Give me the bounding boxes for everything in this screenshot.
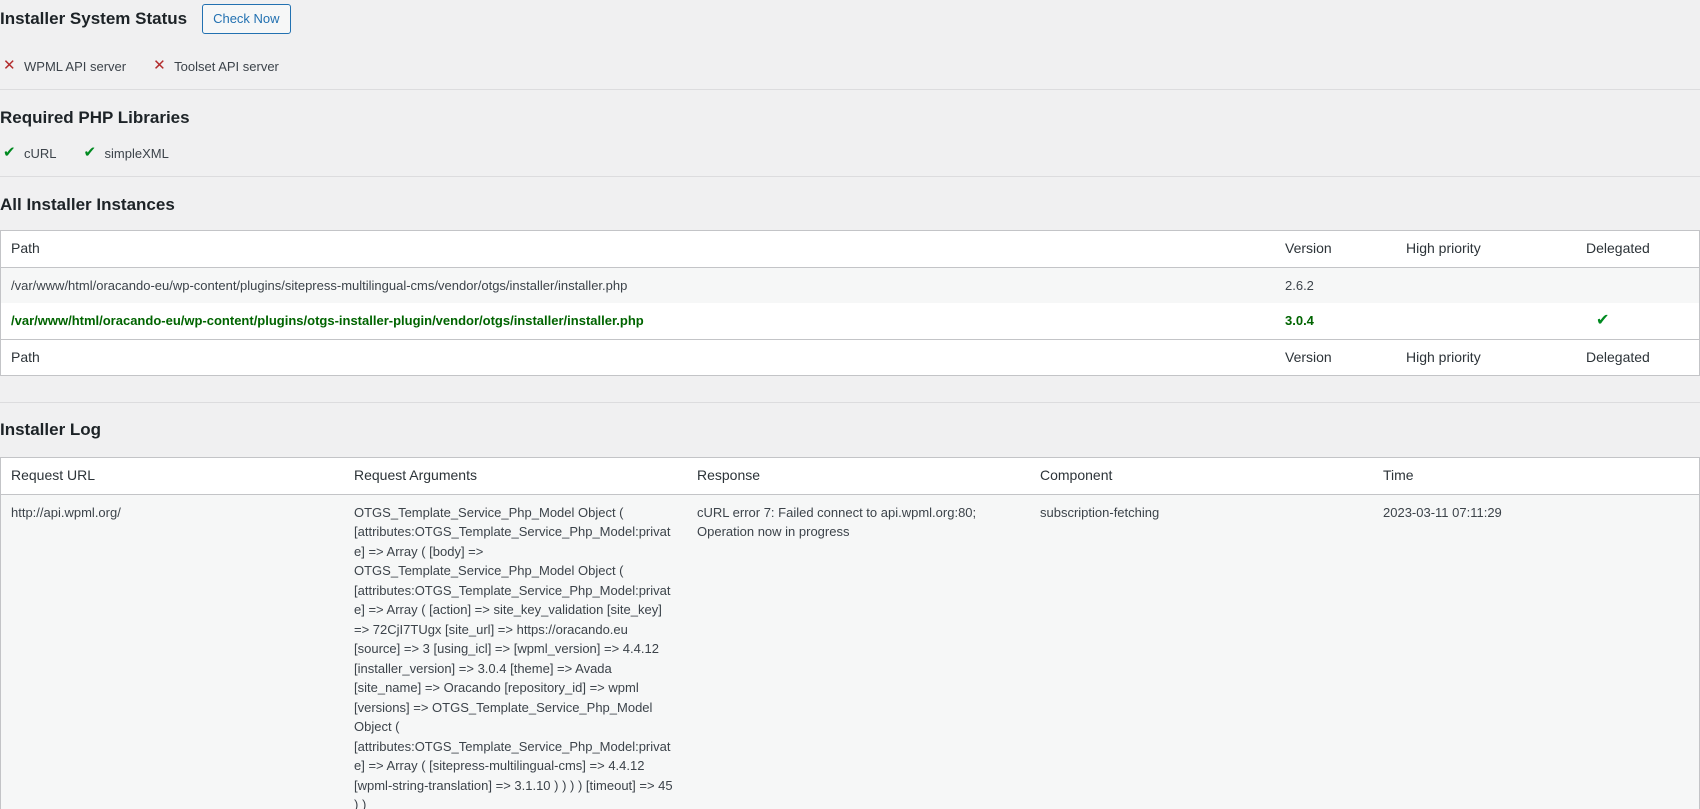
- log-title: Installer Log: [0, 420, 102, 439]
- lib-label: simpleXML: [104, 145, 169, 161]
- lib-check-curl: ✔ cURL: [0, 144, 57, 162]
- installer-instances-section: All Installer Instances Path Version Hig…: [0, 177, 1700, 403]
- instance-path: /var/www/html/oracando-eu/wp-content/plu…: [0, 267, 1275, 303]
- lib-check-simplexml: ✔ simpleXML: [81, 144, 169, 162]
- close-icon: ✕: [3, 57, 16, 74]
- checkmark-icon: ✔: [1596, 312, 1610, 329]
- column-header-request-url: Request URL: [0, 457, 344, 495]
- column-header-time: Time: [1373, 457, 1700, 495]
- check-now-button[interactable]: Check Now: [202, 4, 291, 34]
- lib-checks: ✔ cURL ✔ simpleXML: [0, 144, 193, 162]
- column-header-delegated: Delegated: [1576, 230, 1700, 268]
- log-response: cURL error 7: Failed connect to api.wpml…: [687, 494, 1030, 809]
- server-checks: ✕ WPML API server ✕ Toolset API server: [0, 57, 303, 75]
- column-header-response: Response: [687, 457, 1030, 495]
- column-header-high-priority: High priority: [1396, 230, 1576, 268]
- php-libraries-section: Required PHP Libraries ✔ cURL ✔ simpleXM…: [0, 90, 1700, 177]
- instance-delegated: [1576, 267, 1700, 303]
- system-status-section: Installer System Status Check Now ✕ WPML…: [0, 0, 1700, 90]
- table-row: /var/www/html/oracando-eu/wp-content/plu…: [0, 303, 1700, 339]
- column-footer-path: Path: [0, 338, 1275, 376]
- status-header: Installer System Status Check Now: [0, 4, 291, 34]
- column-footer-high-priority: High priority: [1396, 338, 1576, 376]
- log-time: 2023-03-11 07:11:29: [1373, 494, 1700, 809]
- close-icon: ✕: [153, 57, 166, 74]
- instance-version: 2.6.2: [1275, 267, 1396, 303]
- checkmark-icon: ✔: [3, 144, 16, 161]
- server-label: Toolset API server: [174, 58, 279, 74]
- column-header-version: Version: [1275, 230, 1396, 268]
- instance-path: /var/www/html/oracando-eu/wp-content/plu…: [0, 303, 1275, 339]
- server-label: WPML API server: [24, 58, 127, 74]
- table-row: http://api.wpml.org/ OTGS_Template_Servi…: [0, 494, 1700, 809]
- instance-version: 3.0.4: [1275, 303, 1396, 339]
- lib-label: cURL: [24, 145, 57, 161]
- log-request-arguments: OTGS_Template_Service_Php_Model Object (…: [344, 494, 687, 809]
- instances-title: All Installer Instances: [0, 195, 175, 214]
- instances-table: Path Version High priority Delegated /va…: [0, 230, 1700, 376]
- column-header-request-arguments: Request Arguments: [344, 457, 687, 495]
- installer-status-page: Installer System Status Check Now ✕ WPML…: [0, 0, 1700, 809]
- instance-delegated-cell: ✔: [1576, 303, 1700, 339]
- libs-title: Required PHP Libraries: [0, 108, 190, 127]
- instance-high-priority: [1396, 267, 1576, 303]
- instance-high-priority: [1396, 303, 1576, 339]
- server-check-toolset: ✕ Toolset API server: [150, 57, 279, 75]
- log-component: subscription-fetching: [1030, 494, 1373, 809]
- column-footer-delegated: Delegated: [1576, 338, 1700, 376]
- column-footer-version: Version: [1275, 338, 1396, 376]
- table-row: /var/www/html/oracando-eu/wp-content/plu…: [0, 267, 1700, 303]
- checkmark-icon: ✔: [83, 144, 97, 161]
- log-table: Request URL Request Arguments Response C…: [0, 457, 1700, 809]
- column-header-path: Path: [0, 230, 1275, 268]
- status-title: Installer System Status: [0, 9, 188, 28]
- column-header-component: Component: [1030, 457, 1373, 495]
- server-check-wpml: ✕ WPML API server: [0, 57, 126, 75]
- log-request-url: http://api.wpml.org/: [0, 494, 344, 809]
